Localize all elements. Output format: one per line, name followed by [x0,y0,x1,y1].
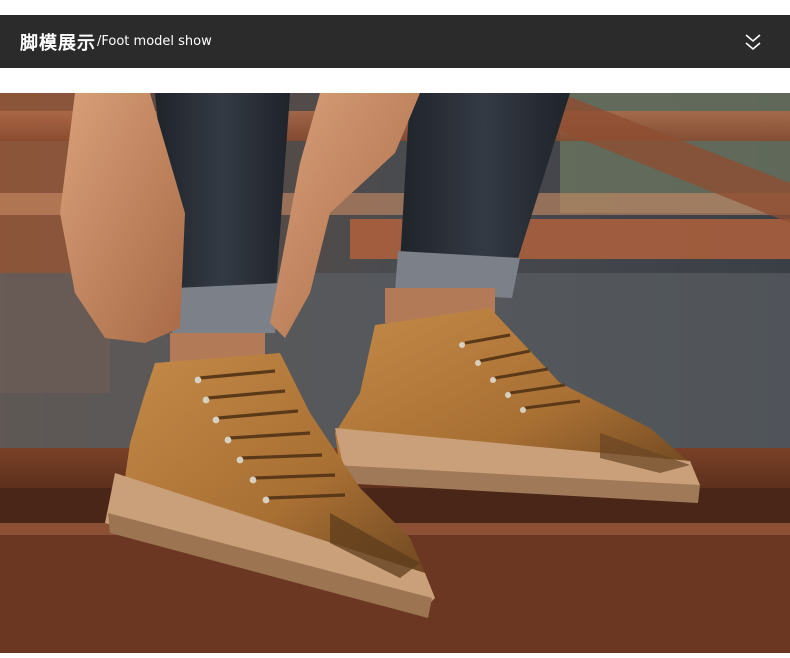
model-foot-boots-photo [0,93,790,653]
section-title-chinese: 脚模展示 [20,32,96,54]
product-detail-section: 脚模展示 /Foot model show [0,0,790,658]
section-title-english: /Foot model show [97,34,212,49]
section-header: 脚模展示 /Foot model show [0,15,790,68]
double-chevron-down-icon[interactable] [744,31,762,53]
